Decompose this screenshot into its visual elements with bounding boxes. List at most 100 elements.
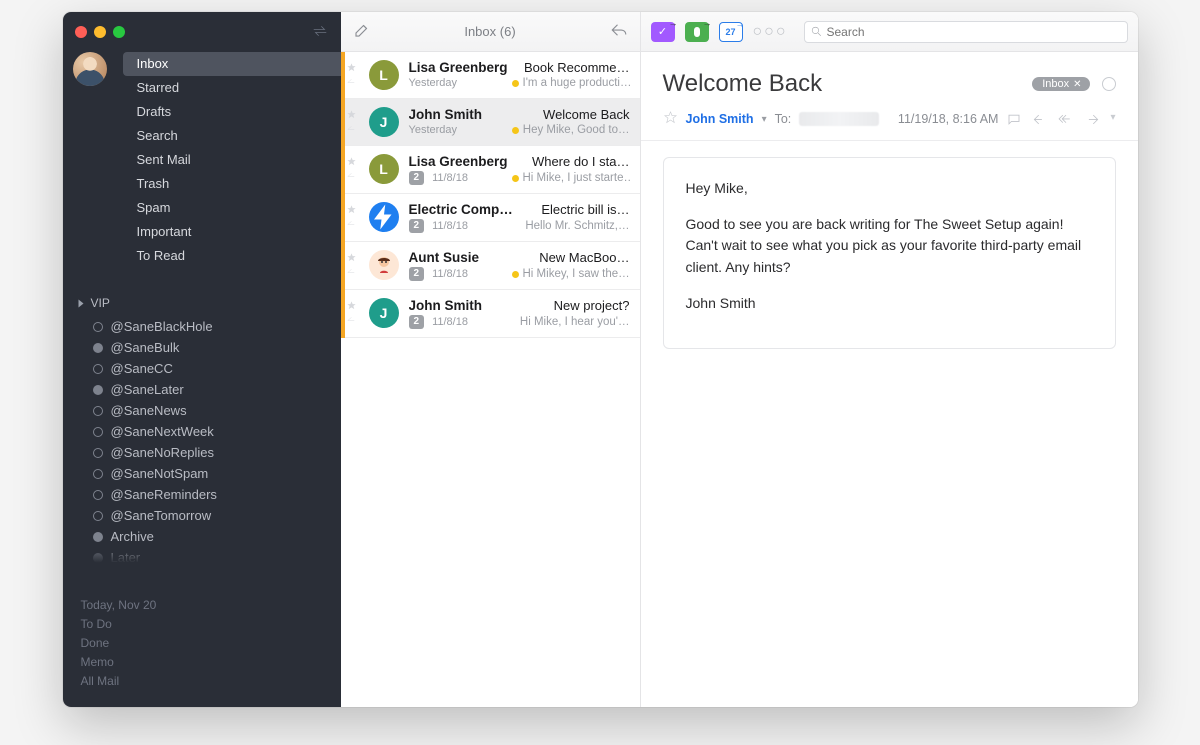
status-dot-icon [93,469,103,479]
vip-item[interactable]: @SaneLater [73,379,331,400]
message-row[interactable]: Electric Comp… Electric bill is… 2 11/8/… [341,194,640,242]
row-subject: Book Recomme… [524,60,629,75]
unread-strip [341,194,345,242]
close-icon[interactable]: ✕ [1073,79,1081,90]
vip-item[interactable]: @SaneReminders [73,484,331,505]
vip-item[interactable]: @SaneBlackHole [73,316,331,337]
sender-avatar: L [369,60,399,90]
vip-item-label: Later [111,550,141,565]
message-row[interactable]: J John Smith New project? 2 11/8/18 Hi M… [341,290,640,338]
vip-item[interactable]: @SaneNotSpam [73,463,331,484]
to-recipient-redacted [799,112,879,126]
star-outline-icon[interactable] [346,252,357,263]
star-outline-icon[interactable] [346,156,357,167]
sidebar-item-starred[interactable]: Starred [123,76,369,100]
row-preview: Hi Mike, I just starte… [512,172,630,184]
vip-item[interactable]: @SaneNoReplies [73,442,331,463]
sidebar-item-important[interactable]: Important [123,220,369,244]
message-row[interactable]: J John Smith Welcome Back Yesterday Hey … [341,99,640,146]
sidebar-footer-item[interactable]: Memo [81,653,323,672]
message-sender-link[interactable]: John Smith [686,112,754,126]
body-signature: John Smith [686,293,1093,315]
sidebar-item-spam[interactable]: Spam [123,196,369,220]
sidebar-footer-item[interactable]: All Mail [81,672,323,691]
row-date: 11/8/18 [432,268,468,280]
status-dot-icon [93,448,103,458]
more-integrations-button[interactable]: ○○○ [753,23,788,41]
vip-item[interactable]: @SaneBulk [73,337,331,358]
minimize-window-button[interactable] [94,26,106,38]
sidebar-footer-item[interactable]: Done [81,634,323,653]
sidebar-item-search[interactable]: Search [123,124,369,148]
search-input[interactable] [804,21,1128,43]
sidebar-footer-item[interactable]: Today, Nov 20 [81,596,323,615]
folder-chip[interactable]: Inbox✕ [1032,77,1089,91]
sync-icon[interactable] [311,22,329,43]
unread-strip [341,99,345,146]
sidebar-item-sent-mail[interactable]: Sent Mail [123,148,369,172]
row-sender: John Smith [409,298,483,313]
row-gutter [345,250,359,281]
status-dot-icon [93,406,103,416]
message-subject: Welcome Back [663,70,1021,98]
message-header: Welcome Back Inbox✕ [641,52,1138,106]
row-gutter [345,154,359,185]
chat-icon[interactable] [1006,112,1022,127]
list-toolbar: Inbox (6) [341,12,640,52]
star-icon[interactable] [663,110,678,128]
integration-evernote-button[interactable]: → [685,22,709,42]
close-window-button[interactable] [75,26,87,38]
star-outline-icon[interactable] [346,109,357,120]
chevron-down-icon[interactable]: ▾ [762,114,767,125]
sidebar-item-trash[interactable]: Trash [123,172,369,196]
vip-section: VIP @SaneBlackHole@SaneBulk @SaneCC @SaneL… [63,294,341,568]
sidebar-footer-item[interactable]: To Do [81,615,323,634]
vip-item[interactable]: @SaneTomorrow [73,505,331,526]
vip-item[interactable]: @SaneNews [73,400,331,421]
reply-icon[interactable] [1032,112,1048,127]
integration-calendar-button[interactable]: →27 [719,22,743,42]
app-window: InboxStarredDraftsSearchSent MailTrashSp… [63,12,1138,707]
sidebar-item-inbox[interactable]: Inbox [123,52,369,76]
unread-strip [341,242,345,290]
chevron-down-icon[interactable]: ▾ [1110,112,1115,127]
reply-indicator-icon [346,219,357,230]
vip-item-label: @SaneCC [111,361,173,376]
compose-button[interactable] [353,21,371,42]
message-body: Hey Mike, Good to see you are back writi… [663,157,1116,349]
sidebar-item-drafts[interactable]: Drafts [123,100,369,124]
vip-item[interactable]: Later [73,547,331,568]
reply-indicator-icon [346,77,357,88]
row-date: Yesterday [409,77,458,89]
zoom-window-button[interactable] [113,26,125,38]
message-list-pane: Inbox (6) L Lisa Greenberg Book Recomme…… [341,12,641,707]
message-row[interactable]: L Lisa Greenberg Where do I sta… 2 11/8/… [341,146,640,194]
message-row[interactable]: L Lisa Greenberg Book Recomme… Yesterday… [341,52,640,99]
sidebar-item-to-read[interactable]: To Read [123,244,369,268]
flag-toggle[interactable] [1102,77,1116,91]
star-outline-icon[interactable] [346,300,357,311]
flag-dot-icon [512,175,519,182]
sender-avatar [369,202,399,232]
row-preview: Hello Mr. Schmitz,… [525,220,629,232]
row-subject: New project? [554,298,630,313]
vip-item[interactable]: @SaneNextWeek [73,421,331,442]
vip-item[interactable]: @SaneCC [73,358,331,379]
message-row[interactable]: Aunt Susie New MacBoo… 2 11/8/18 Hi Mike… [341,242,640,290]
status-dot-icon [93,364,103,374]
reply-button[interactable] [610,21,628,42]
vip-item-label: @SaneReminders [111,487,217,502]
vip-header[interactable]: VIP [73,294,331,312]
sender-avatar: J [369,298,399,328]
reply-indicator-icon [346,315,357,326]
integration-omnifocus-button[interactable]: →✓ [651,22,675,42]
sender-avatar: L [369,154,399,184]
star-outline-icon[interactable] [346,204,357,215]
row-gutter [345,107,359,137]
reply-all-icon[interactable] [1058,112,1074,127]
star-outline-icon[interactable] [346,62,357,73]
account-row[interactable]: InboxStarredDraftsSearchSent MailTrashSp… [63,52,341,272]
vip-item[interactable]: Archive [73,526,331,547]
window-titlebar [63,12,341,52]
forward-icon[interactable] [1084,112,1100,127]
